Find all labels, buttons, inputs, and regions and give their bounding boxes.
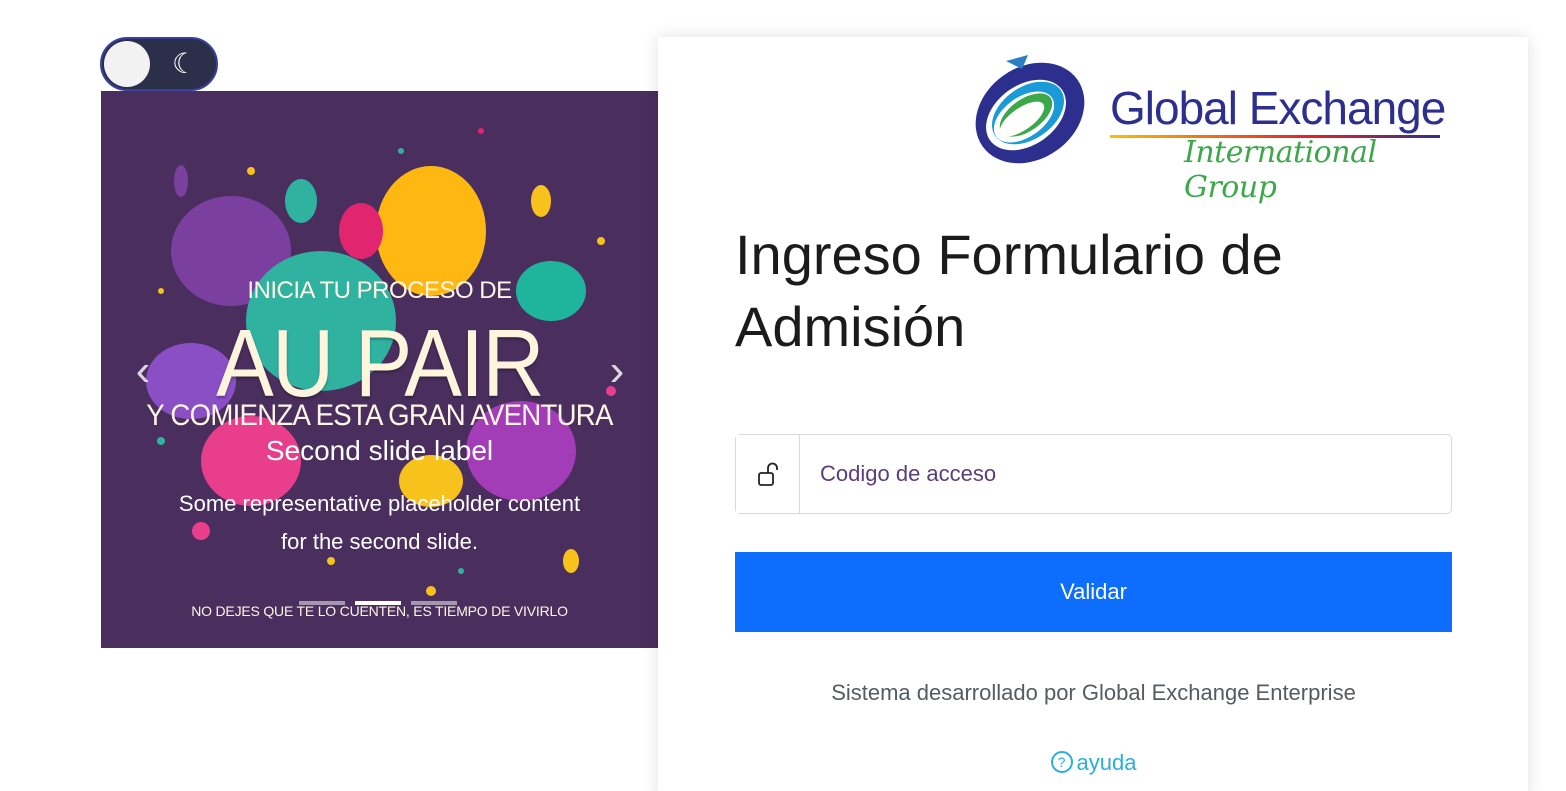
logo-sub-text: International Group	[1184, 135, 1377, 205]
help-link[interactable]: ? ayuda	[735, 750, 1452, 776]
validate-button[interactable]: Validar	[735, 552, 1452, 632]
moon-icon: ☾	[172, 48, 198, 79]
carousel-indicator-active[interactable]	[355, 601, 401, 605]
slide-footer-text: NO DEJES QUE TE LO CUENTEN, ES TIEMPO DE…	[191, 603, 568, 619]
carousel-indicators	[299, 601, 457, 605]
access-code-addon	[736, 435, 800, 513]
access-code-group	[735, 434, 1452, 514]
theme-toggle[interactable]: ☾	[100, 37, 218, 91]
page-title: Ingreso Formulario de Admisión	[735, 223, 1283, 358]
login-card: Global Exchange International Group Ingr…	[658, 37, 1528, 791]
question-circle-icon: ?	[1050, 751, 1073, 774]
credits-text: Sistema desarrollado por Global Exchange…	[831, 680, 1356, 705]
carousel-indicator[interactable]	[299, 601, 345, 605]
toggle-knob[interactable]	[104, 41, 150, 87]
slide-subline: Y COMIENZA ESTA GRAN AVENTURA	[146, 399, 613, 432]
promo-carousel[interactable]: INICIA TU PROCESO DE AU PAIR Y COMIENZA …	[101, 91, 658, 648]
carousel-caption-body: Some representative placeholder content …	[178, 491, 581, 554]
carousel-prev-button[interactable]: ‹	[123, 346, 163, 396]
carousel-indicator[interactable]	[411, 601, 457, 605]
slide-kicker: INICIA TU PROCESO DE	[247, 277, 512, 304]
help-link-label[interactable]: ayuda	[1077, 750, 1137, 775]
chevron-left-icon: ‹	[135, 346, 151, 395]
company-logo: Global Exchange International Group	[966, 41, 1446, 205]
chevron-right-icon: ›	[609, 346, 625, 395]
page: ☾ INICIA TU PROCESO DE AU PAIR Y COMIENZ…	[0, 0, 1566, 791]
logo-main-text: Global Exchange	[1110, 82, 1446, 134]
unlock-icon	[757, 462, 778, 486]
globe-swirl-icon	[975, 55, 1085, 164]
carousel-next-button[interactable]: ›	[597, 346, 637, 396]
access-code-input[interactable]	[800, 435, 1451, 513]
carousel-caption-title: Second slide label	[265, 435, 494, 466]
